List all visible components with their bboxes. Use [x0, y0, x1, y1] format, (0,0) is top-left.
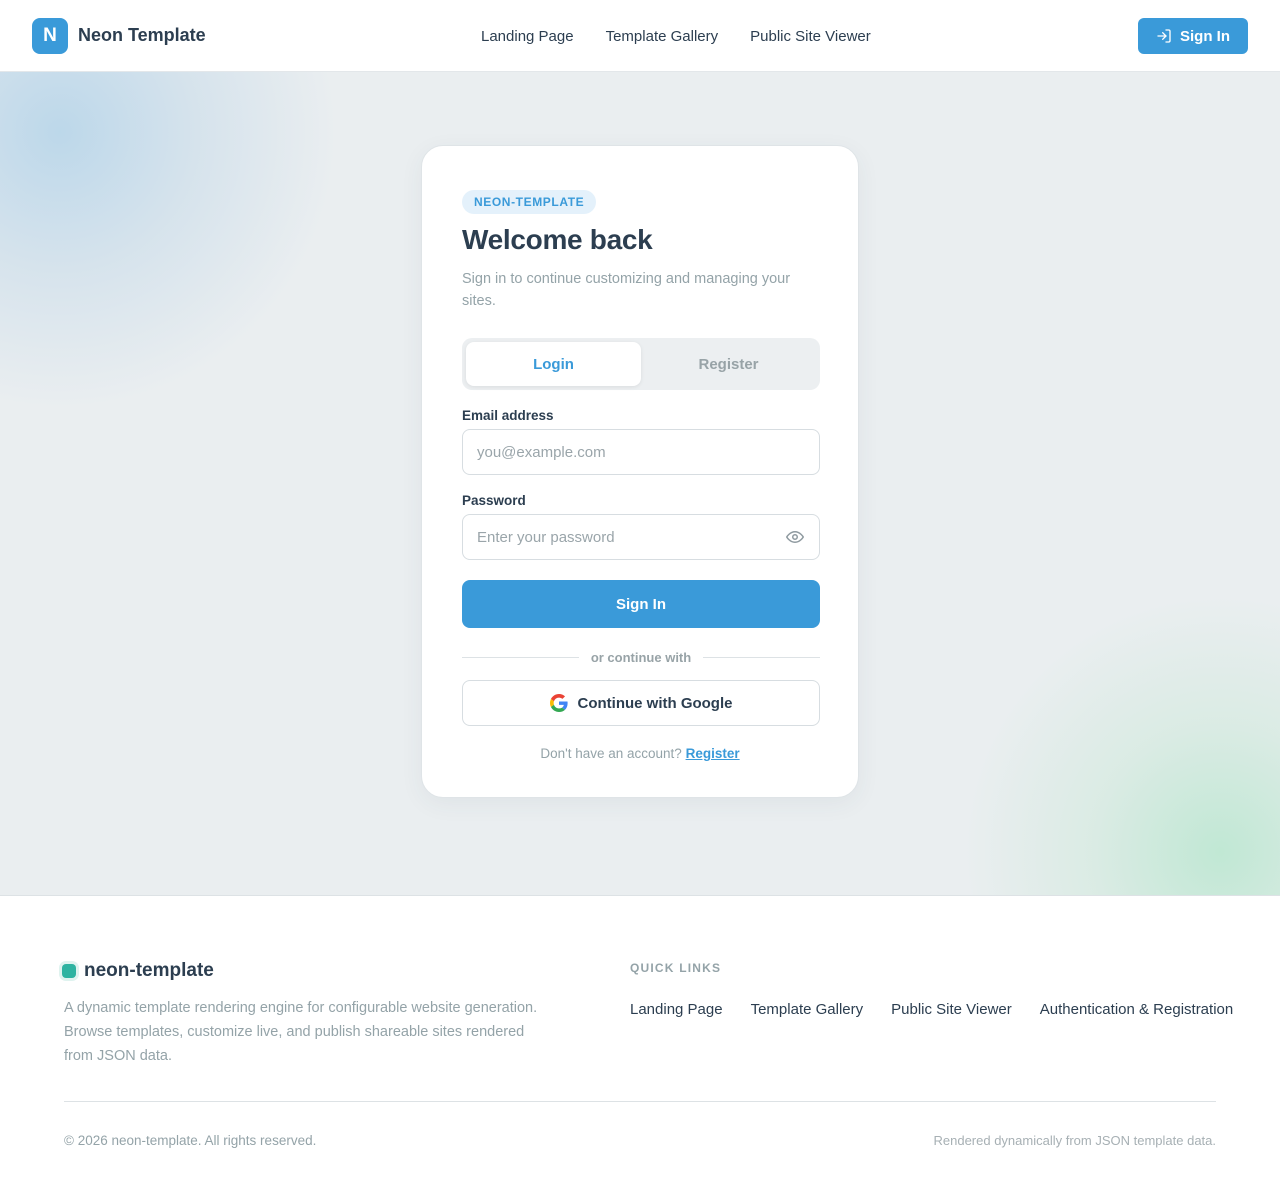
password-field-wrapper: [462, 514, 820, 560]
brand-logo: N: [32, 17, 68, 54]
password-label: Password: [462, 493, 526, 508]
login-icon: [1157, 29, 1171, 43]
footer-brand-name: neon-template: [84, 960, 214, 981]
page-title: Welcome back: [462, 224, 653, 255]
template-badge: NEON-TEMPLATE: [462, 190, 597, 214]
footer-link-template-gallery[interactable]: Template Gallery: [751, 1001, 864, 1018]
decorative-blue-glow: [0, 72, 340, 412]
auth-tabs: Login Register: [462, 338, 820, 390]
site-footer: neon-template A dynamic template renderi…: [0, 895, 1280, 1180]
auth-hero: NEON-TEMPLATE Welcome back Sign in to co…: [0, 72, 1280, 895]
quick-links-title: QUICK LINKS: [630, 961, 722, 975]
register-prompt-text: Don't have an account?: [540, 746, 682, 761]
sign-in-submit-button[interactable]: Sign In: [462, 580, 820, 628]
tab-login[interactable]: Login: [466, 342, 641, 386]
brand[interactable]: N Neon Template: [32, 17, 206, 54]
nav-template-gallery[interactable]: Template Gallery: [606, 28, 719, 45]
header-sign-in-button[interactable]: Sign In: [1138, 18, 1248, 54]
footer-link-auth-registration[interactable]: Authentication & Registration: [1040, 1001, 1233, 1018]
rendered-note: Rendered dynamically from JSON template …: [933, 1133, 1216, 1148]
google-sign-in-button[interactable]: Continue with Google: [462, 680, 820, 726]
nav-landing-page[interactable]: Landing Page: [481, 28, 574, 45]
footer-link-public-site-viewer[interactable]: Public Site Viewer: [891, 1001, 1012, 1018]
google-button-label: Continue with Google: [577, 694, 733, 712]
email-label: Email address: [462, 408, 554, 423]
register-prompt: Don't have an account? Register: [462, 746, 818, 761]
email-field-wrapper: [462, 429, 820, 475]
footer-description: A dynamic template rendering engine for …: [64, 1000, 538, 1064]
footer-divider: [64, 1101, 1216, 1102]
password-field[interactable]: [462, 514, 820, 560]
nav-public-site-viewer[interactable]: Public Site Viewer: [750, 28, 871, 45]
brand-name: Neon Template: [78, 25, 206, 45]
quick-links: Landing Page Template Gallery Public Sit…: [630, 1001, 1233, 1018]
footer-brand: neon-template: [62, 960, 214, 982]
header-sign-in-label: Sign In: [1180, 27, 1230, 45]
tab-register[interactable]: Register: [641, 342, 816, 386]
divider-line-right: [703, 656, 821, 658]
auth-card: NEON-TEMPLATE Welcome back Sign in to co…: [421, 145, 859, 798]
divider-text: or continue with: [590, 649, 692, 665]
decorative-green-glow: [960, 592, 1280, 895]
eye-icon[interactable]: [786, 528, 804, 546]
main-nav: Landing Page Template Gallery Public Sit…: [481, 0, 871, 72]
page-subtitle: Sign in to continue customizing and mana…: [462, 271, 791, 309]
footer-logo-dot: [62, 964, 76, 978]
footer-link-landing-page[interactable]: Landing Page: [630, 1001, 723, 1018]
or-divider: or continue with: [462, 648, 821, 666]
google-icon: [549, 694, 568, 712]
top-navbar: N Neon Template Landing Page Template Ga…: [0, 0, 1280, 72]
register-link[interactable]: Register: [686, 746, 740, 761]
divider-line-left: [462, 656, 579, 658]
email-field[interactable]: [462, 429, 820, 475]
copyright: © 2026 neon-template. All rights reserve…: [64, 1133, 317, 1148]
